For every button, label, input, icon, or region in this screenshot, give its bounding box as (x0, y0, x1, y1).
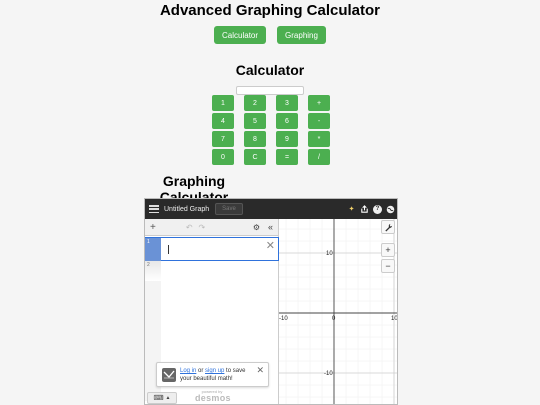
help-icon[interactable]: ? (373, 204, 382, 214)
calculator-mode-button[interactable]: Calculator (214, 26, 267, 44)
login-prompt: Log in or sign up to save your beautiful… (156, 362, 269, 387)
y-tick-label: 10 (326, 251, 333, 257)
redo-icon[interactable]: ↷ (199, 223, 206, 232)
desmos-logo: desmos (195, 393, 231, 403)
double-chevron-left-icon[interactable]: « (268, 222, 273, 232)
close-icon[interactable]: ✕ (256, 365, 264, 376)
calculator-display[interactable] (236, 86, 304, 95)
save-button[interactable]: Save (215, 203, 243, 215)
key-6[interactable]: 6 (276, 113, 298, 129)
graphing-mode-button[interactable]: Graphing (277, 26, 326, 44)
key-divide[interactable]: / (308, 149, 330, 165)
key-minus[interactable]: - (308, 113, 330, 129)
calculator-heading: Calculator (235, 62, 305, 78)
x-tick-label: -10 (279, 316, 288, 322)
caret-up-icon: ▲ (165, 395, 171, 401)
expression-index: 1 (145, 238, 161, 261)
share-icon[interactable] (360, 204, 369, 214)
keyboard-icon: ⌨ (153, 395, 164, 402)
or-text: or (196, 368, 206, 374)
graph-logo-icon (162, 368, 176, 382)
key-2[interactable]: 2 (244, 95, 266, 111)
key-4[interactable]: 4 (212, 113, 234, 129)
expression-row[interactable]: 2 (145, 261, 279, 281)
expression-panel: + ↶ ↷ ⚙ « 1 ✕ 2 Log in or sign up to sav… (145, 219, 279, 404)
key-3[interactable]: 3 (276, 95, 298, 111)
expression-row[interactable]: 1 ✕ (145, 237, 279, 261)
calculator-keypad: 1 2 3 + 4 5 6 - 7 8 9 * 0 C = / (212, 95, 330, 165)
close-icon[interactable]: ✕ (266, 239, 275, 252)
desmos-branding: powered by desmos (195, 389, 231, 403)
expression-toolbar: + ↶ ↷ ⚙ « (145, 219, 278, 236)
sparkle-icon[interactable]: ✦ (347, 205, 356, 214)
page-title: Advanced Graphing Calculator (159, 2, 381, 19)
key-9[interactable]: 9 (276, 131, 298, 147)
add-item-plus-icon[interactable]: + (150, 222, 156, 233)
x-tick-label: 10 (391, 316, 398, 322)
key-multiply[interactable]: * (308, 131, 330, 147)
key-1[interactable]: 1 (212, 95, 234, 111)
key-plus[interactable]: + (308, 95, 330, 111)
key-7[interactable]: 7 (212, 131, 234, 147)
globe-icon[interactable] (386, 205, 395, 214)
gear-icon[interactable]: ⚙ (253, 223, 260, 232)
login-link[interactable]: Log in (180, 368, 196, 374)
graph-tools: + − (381, 220, 395, 273)
key-equals[interactable]: = (276, 149, 298, 165)
zoom-in-plus-icon[interactable]: + (381, 243, 395, 257)
key-8[interactable]: 8 (244, 131, 266, 147)
zoom-out-minus-icon[interactable]: − (381, 259, 395, 273)
graph-title[interactable]: Untitled Graph (164, 206, 209, 213)
mode-switcher: Calculator Graphing (0, 26, 540, 44)
key-0[interactable]: 0 (212, 149, 234, 165)
keyboard-toggle[interactable]: ⌨ ▲ (147, 392, 177, 404)
text-cursor (168, 245, 169, 254)
signup-link[interactable]: sign up (205, 368, 224, 374)
key-clear[interactable]: C (244, 149, 266, 165)
hamburger-icon[interactable] (149, 205, 159, 213)
origin-label: 0 (332, 316, 336, 322)
wrench-icon[interactable] (381, 220, 395, 234)
key-5[interactable]: 5 (244, 113, 266, 129)
desmos-embed: Untitled Graph Save ✦ ? + ↶ ↷ ⚙ « 1 ✕ 2 (144, 198, 398, 405)
desmos-top-bar: Untitled Graph Save ✦ ? (145, 199, 397, 219)
expression-index: 2 (145, 261, 161, 281)
y-tick-label: -10 (324, 371, 333, 377)
undo-icon[interactable]: ↶ (186, 223, 193, 232)
